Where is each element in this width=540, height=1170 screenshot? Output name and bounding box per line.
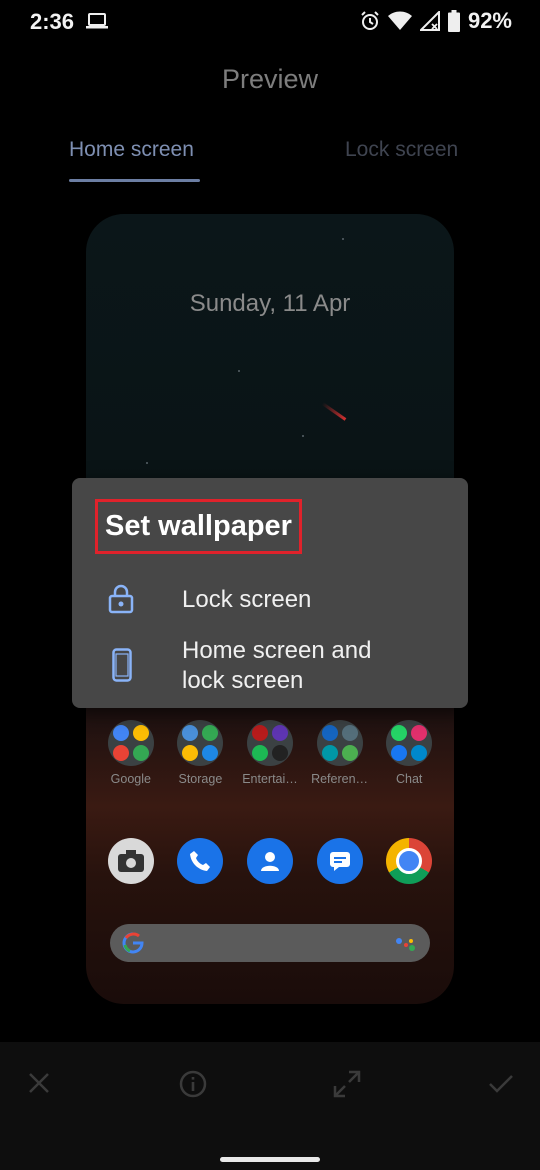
app-label: Storage bbox=[178, 772, 223, 786]
app-reference-folder[interactable]: Referen… bbox=[309, 720, 371, 786]
tab-indicator bbox=[69, 179, 200, 182]
option-label-line2: lock screen bbox=[182, 667, 304, 694]
google-g-icon bbox=[122, 932, 144, 954]
preview-date: Sunday, 11 Apr bbox=[189, 290, 351, 317]
app-entertainment-folder[interactable]: Entertai… bbox=[239, 720, 301, 786]
option-label: Home screen and lock screen bbox=[182, 636, 371, 696]
chat-folder-icon bbox=[386, 720, 433, 766]
dock bbox=[86, 838, 454, 884]
option-home-and-lock-screen[interactable]: Home screen and lock screen bbox=[72, 636, 468, 700]
set-wallpaper-dialog: Set wallpaper Lock screen Home screen an… bbox=[72, 478, 468, 708]
entertainment-folder-icon bbox=[246, 720, 293, 766]
google-search-bar[interactable] bbox=[110, 924, 430, 962]
contacts-icon[interactable] bbox=[246, 838, 293, 884]
status-icons: 92% bbox=[360, 8, 512, 34]
close-icon[interactable] bbox=[28, 1072, 50, 1094]
lock-icon bbox=[108, 584, 134, 614]
app-row: Google Storage Entertai… Referen… Chat bbox=[86, 720, 454, 786]
status-bar: 2:36 92% bbox=[0, 0, 540, 44]
star bbox=[146, 462, 148, 464]
battery-icon bbox=[447, 10, 460, 32]
phone-icon[interactable] bbox=[177, 838, 224, 884]
option-label: Lock screen bbox=[182, 586, 312, 613]
star bbox=[238, 370, 240, 372]
fullscreen-icon[interactable] bbox=[333, 1070, 361, 1098]
messages-icon[interactable] bbox=[316, 838, 363, 884]
reference-folder-icon bbox=[316, 720, 363, 766]
app-storage-folder[interactable]: Storage bbox=[169, 720, 231, 786]
assistant-icon bbox=[396, 938, 415, 951]
battery-percent: 92% bbox=[467, 8, 512, 33]
app-google-folder[interactable]: Google bbox=[100, 720, 162, 786]
check-icon[interactable] bbox=[488, 1074, 514, 1094]
tab-home-screen[interactable]: Home screen bbox=[69, 138, 194, 162]
info-icon[interactable] bbox=[179, 1070, 207, 1098]
star bbox=[342, 238, 344, 240]
app-label: Referen… bbox=[311, 772, 369, 786]
dialog-title: Set wallpaper bbox=[105, 510, 292, 542]
app-label: Entertai… bbox=[242, 772, 298, 786]
camera-go-icon[interactable] bbox=[107, 838, 154, 884]
option-label-line1: Home screen and bbox=[182, 637, 372, 664]
chrome-icon[interactable] bbox=[386, 838, 433, 884]
bottom-action-bar bbox=[0, 1042, 540, 1170]
option-lock-screen[interactable]: Lock screen bbox=[72, 578, 468, 626]
page-title: Preview bbox=[221, 64, 319, 94]
laptop-icon bbox=[86, 13, 108, 29]
wifi-icon bbox=[387, 11, 412, 30]
alarm-icon bbox=[361, 11, 379, 30]
app-label: Google bbox=[110, 772, 151, 786]
status-time: 2:36 bbox=[30, 9, 75, 34]
app-label: Chat bbox=[395, 772, 423, 786]
phone-outline-icon bbox=[112, 648, 132, 682]
meteor-graphic bbox=[321, 402, 347, 421]
storage-folder-icon bbox=[177, 720, 224, 766]
google-folder-icon bbox=[107, 720, 154, 766]
app-chat-folder[interactable]: Chat bbox=[378, 720, 440, 786]
gesture-nav-handle[interactable] bbox=[220, 1157, 320, 1162]
signal-icon bbox=[419, 11, 440, 31]
tab-lock-screen[interactable]: Lock screen bbox=[345, 138, 458, 162]
star bbox=[302, 435, 304, 437]
